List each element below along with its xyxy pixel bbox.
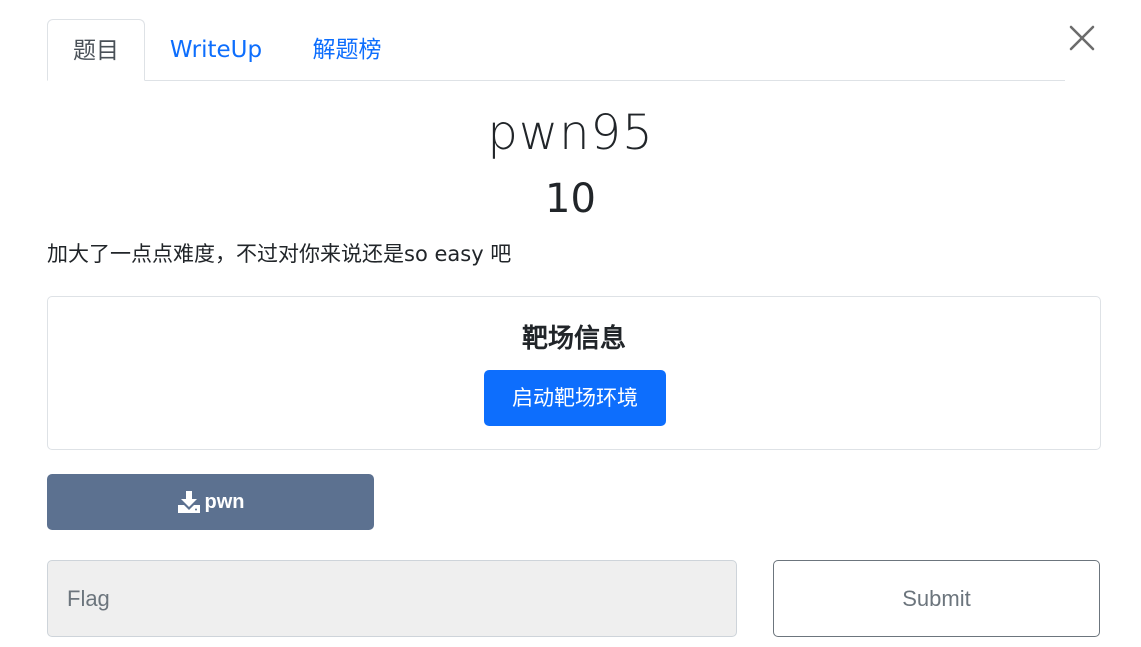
start-range-button[interactable]: 启动靶场环境: [484, 370, 666, 426]
close-button[interactable]: [1066, 22, 1098, 54]
tab-challenge[interactable]: 题目: [47, 19, 145, 81]
range-info-title: 靶场信息: [521, 324, 626, 354]
tab-solves[interactable]: 解题榜: [299, 19, 395, 81]
challenge-title: pwn95: [487, 105, 654, 161]
range-info-panel: 靶场信息 启动靶场环境: [47, 296, 1101, 450]
challenge-description: 加大了一点点难度，不过对你来说还是so easy 吧: [47, 242, 512, 266]
tab-writeup[interactable]: WriteUp: [159, 19, 273, 81]
close-icon: [1069, 25, 1095, 51]
challenge-points: 10: [545, 176, 596, 222]
download-label: pwn: [204, 490, 245, 513]
download-attachment-button[interactable]: pwn: [47, 474, 374, 530]
flag-input[interactable]: [47, 560, 737, 637]
download-icon: [177, 491, 200, 513]
submit-button[interactable]: Submit: [773, 560, 1100, 637]
challenge-tabs: 题目 WriteUp 解题榜: [47, 19, 1065, 81]
